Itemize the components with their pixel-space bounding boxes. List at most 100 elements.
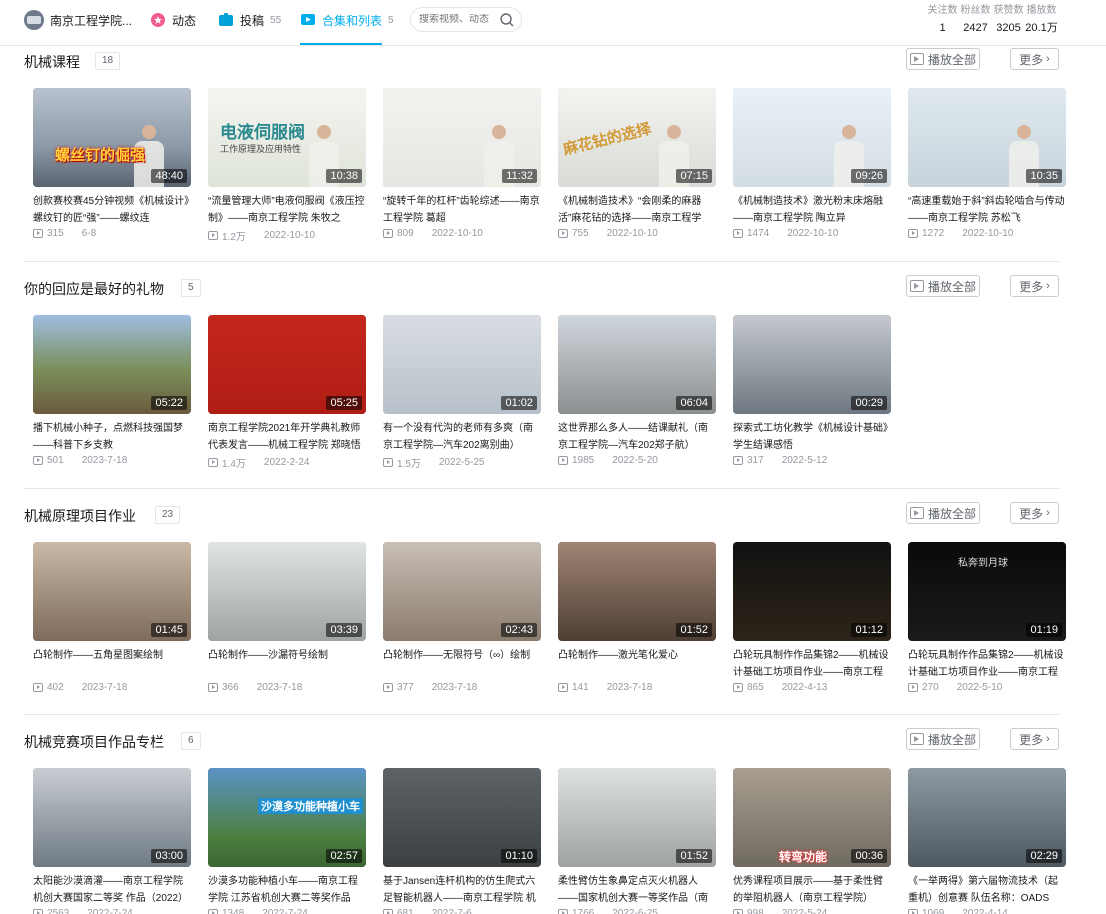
video-thumbnail[interactable]: 私奔到月球 01:19 (908, 542, 1066, 641)
video-thumbnail[interactable]: 02:29 (908, 768, 1066, 867)
section-title[interactable]: 机械竞赛项目作品专栏 (24, 732, 164, 752)
video-title[interactable]: 优秀课程项目展示——基于柔性臂的举阻机器人（南京工程学院） (733, 873, 891, 907)
video-thumbnail[interactable]: 01:45 (33, 542, 191, 641)
video-card[interactable]: 01:52 柔性臂仿生象鼻定点灭火机器人——国家机创大赛一等奖作品（南 1766 20… (558, 768, 716, 914)
video-title[interactable]: “高速重载始于斜”斜齿轮啮合与传动——南京工程学院 苏松飞 (908, 193, 1066, 227)
video-card[interactable]: 01:02 有一个没有代沟的老师有多爽（南京工程学院—汽车202离别曲） 1.5万 2… (383, 315, 541, 470)
video-thumbnail[interactable]: 02:43 (383, 542, 541, 641)
video-card[interactable]: 05:22 播下机械小种子，点燃科技强国梦——科普下乡支教 501 2023-7-18 (33, 315, 191, 466)
more-label: 更多 (1019, 506, 1044, 521)
video-card[interactable]: 私奔到月球 01:19 凸轮玩具制作作品集锦2——机械设计基础工坊项目作业——南京工… (908, 542, 1066, 693)
video-card[interactable]: 09:26 《机械制造技术》激光粉末床熔融——南京工程学院 陶立异 1474 2022… (733, 88, 891, 239)
video-title[interactable]: 创款赛校赛45分钟视频《机械设计》螺纹钉的匠“强”——螺纹连 (33, 193, 191, 227)
video-title[interactable]: 有一个没有代沟的老师有多爽（南京工程学院—汽车202离别曲） (383, 420, 541, 454)
video-card[interactable]: 02:29 《一举两得》第六届物流技术（起重机）创意赛 队伍名称：OADS 1069… (908, 768, 1066, 914)
video-title[interactable]: 探索式工坊化教学《机械设计基础》学生结课感悟 (733, 420, 891, 454)
video-card[interactable]: 01:52 凸轮制作——激光笔化爱心 141 2023-7-18 (558, 542, 716, 693)
video-title[interactable]: 沙漠多功能种植小车——南京工程学院 江苏省机创大赛二等奖作品 (208, 873, 366, 907)
video-thumbnail[interactable]: 01:52 (558, 542, 716, 641)
video-thumbnail[interactable]: 11:32 (383, 88, 541, 187)
video-title[interactable]: 播下机械小种子，点燃科技强国梦——科普下乡支教 (33, 420, 191, 454)
video-thumbnail[interactable]: 转弯功能 00:36 (733, 768, 891, 867)
video-title[interactable]: 《机械制造技术》“会刚柔的麻器活”麻花钻的选择——南京工程学 (558, 193, 716, 227)
video-thumbnail[interactable]: 麻花钻的选择 07:15 (558, 88, 716, 187)
view-count: 1.5万 (397, 459, 421, 470)
publish-date: 2023-7-18 (256, 682, 303, 693)
video-thumbnail[interactable]: 01:10 (383, 768, 541, 867)
video-title[interactable]: 凸轮制作——沙漏符号绘制 (208, 647, 366, 681)
video-thumbnail[interactable]: 01:02 (383, 315, 541, 414)
play-all-button[interactable]: 播放全部 (906, 502, 980, 524)
video-title[interactable]: “旋转千年的杠杆”齿轮综述——南京工程学院 葛超 (383, 193, 541, 227)
video-thumbnail[interactable]: 螺丝钉的倔强 48:40 (33, 88, 191, 187)
video-thumbnail[interactable]: 沙漠多功能种植小车 02:57 (208, 768, 366, 867)
video-thumbnail[interactable]: 06:04 (558, 315, 716, 414)
video-thumbnail[interactable]: 09:26 (733, 88, 891, 187)
search-box[interactable] (410, 7, 522, 32)
video-title[interactable]: 《机械制造技术》激光粉末床熔融——南京工程学院 陶立异 (733, 193, 891, 227)
section-title[interactable]: 你的回应是最好的礼物 (24, 279, 164, 299)
section-title[interactable]: 机械课程 (24, 52, 80, 72)
search-input[interactable] (419, 14, 497, 25)
video-card[interactable]: 01:10 基于Jansen连杆机构的仿生爬式六足智能机器人——南京工程学院 机6… (383, 768, 541, 914)
video-card[interactable]: 03:39 凸轮制作——沙漏符号绘制 366 2023-7-18 (208, 542, 366, 693)
tab-dynamics[interactable]: 动态 (150, 10, 196, 30)
video-card[interactable]: 00:29 探索式工坊化教学《机械设计基础》学生结课感悟 317 2022-5-12 (733, 315, 891, 466)
video-card[interactable]: 01:12 凸轮玩具制作作品集锦2——机械设计基础工坊项目作业——南京工程 865 2… (733, 542, 891, 693)
video-title[interactable]: “流量管理大师”电液伺服阀《液压控制》——南京工程学院 朱牧之 (208, 193, 366, 227)
video-card[interactable]: 沙漠多功能种植小车 02:57 沙漠多功能种植小车——南京工程学院 江苏省机创大赛二… (208, 768, 366, 914)
video-thumbnail[interactable]: 05:25 (208, 315, 366, 414)
section-title[interactable]: 机械原理项目作业 (24, 506, 136, 526)
video-card[interactable]: 电液伺服阀 工作原理及应用特性 10:38 “流量管理大师”电液伺服阀《液压控制》——… (208, 88, 366, 243)
video-thumbnail[interactable]: 05:22 (33, 315, 191, 414)
video-card[interactable]: 03:00 太阳能沙漠滴灌——南京工程学院 机创大赛国家二等奖 作品（2022） 2… (33, 768, 191, 914)
video-thumbnail[interactable]: 01:52 (558, 768, 716, 867)
video-title[interactable]: 这世界那么多人——结课献礼（南京工程学院—汽车202郑子航） (558, 420, 716, 454)
video-meta: 1.5万 2022-5-25 (383, 455, 541, 470)
video-thumbnail[interactable]: 10:35 (908, 88, 1066, 187)
stat-followers[interactable]: 粉丝数 2427 (959, 4, 992, 36)
video-title[interactable]: 南京工程学院2021年开学典礼教师代表发言——机械工程学院 郑晓悟 (208, 420, 366, 454)
video-title[interactable]: 凸轮玩具制作作品集锦2——机械设计基础工坊项目作业——南京工程 (908, 647, 1066, 681)
video-title[interactable]: 柔性臂仿生象鼻定点灭火机器人——国家机创大赛一等奖作品（南 (558, 873, 716, 907)
more-button[interactable]: 更多 › (1010, 728, 1059, 750)
video-duration: 00:36 (851, 849, 887, 863)
more-button[interactable]: 更多 › (1010, 48, 1059, 70)
video-thumbnail[interactable]: 00:29 (733, 315, 891, 414)
play-all-button[interactable]: 播放全部 (906, 728, 980, 750)
video-card[interactable]: 06:04 这世界那么多人——结课献礼（南京工程学院—汽车202郑子航） 1985 2… (558, 315, 716, 466)
section-count-badge: 18 (95, 52, 121, 70)
video-title[interactable]: 凸轮制作——激光笔化爱心 (558, 647, 716, 681)
video-card[interactable]: 10:35 “高速重载始于斜”斜齿轮啮合与传动——南京工程学院 苏松飞 1272 20… (908, 88, 1066, 239)
video-title[interactable]: 基于Jansen连杆机构的仿生爬式六足智能机器人——南京工程学院 机 (383, 873, 541, 907)
video-title[interactable]: 太阳能沙漠滴灌——南京工程学院 机创大赛国家二等奖 作品（2022） (33, 873, 191, 907)
search-icon[interactable] (499, 12, 515, 28)
channel-home-link[interactable]: 南京工程学院... (24, 10, 132, 30)
video-card[interactable]: 02:43 凸轮制作——无限符号（∞）绘制 377 2023-7-18 (383, 542, 541, 693)
video-duration: 01:52 (676, 623, 712, 637)
section-count-badge: 5 (181, 279, 201, 297)
video-title[interactable]: 凸轮制作——无限符号（∞）绘制 (383, 647, 541, 681)
video-title[interactable]: 凸轮玩具制作作品集锦2——机械设计基础工坊项目作业——南京工程 (733, 647, 891, 681)
play-count-icon (33, 229, 43, 238)
video-title[interactable]: 《一举两得》第六届物流技术（起重机）创意赛 队伍名称：OADS (908, 873, 1066, 907)
video-card[interactable]: 转弯功能 00:36 优秀课程项目展示——基于柔性臂的举阻机器人（南京工程学院） 99… (733, 768, 891, 914)
video-card[interactable]: 01:45 凸轮制作——五角星图案绘制 402 2023-7-18 (33, 542, 191, 693)
play-all-button[interactable]: 播放全部 (906, 275, 980, 297)
video-thumbnail[interactable]: 03:00 (33, 768, 191, 867)
video-card[interactable]: 麻花钻的选择 07:15 《机械制造技术》“会刚柔的麻器活”麻花钻的选择——南京工程… (558, 88, 716, 239)
video-duration: 07:15 (676, 169, 712, 183)
video-title[interactable]: 凸轮制作——五角星图案绘制 (33, 647, 191, 681)
tab-uploads[interactable]: 投稿 55 (218, 10, 281, 30)
video-thumbnail[interactable]: 电液伺服阀 工作原理及应用特性 10:38 (208, 88, 366, 187)
tab-collections[interactable]: 合集和列表 5 (300, 10, 394, 30)
play-all-button[interactable]: 播放全部 (906, 48, 980, 70)
more-button[interactable]: 更多 › (1010, 275, 1059, 297)
video-thumbnail[interactable]: 03:39 (208, 542, 366, 641)
video-card[interactable]: 05:25 南京工程学院2021年开学典礼教师代表发言——机械工程学院 郑晓悟 1.… (208, 315, 366, 470)
video-card[interactable]: 螺丝钉的倔强 48:40 创款赛校赛45分钟视频《机械设计》螺纹钉的匠“强”——螺纹… (33, 88, 191, 239)
video-card[interactable]: 11:32 “旋转千年的杠杆”齿轮综述——南京工程学院 葛超 809 2022-10-… (383, 88, 541, 239)
stat-following[interactable]: 关注数 1 (926, 4, 959, 36)
video-thumbnail[interactable]: 01:12 (733, 542, 891, 641)
more-button[interactable]: 更多 › (1010, 502, 1059, 524)
